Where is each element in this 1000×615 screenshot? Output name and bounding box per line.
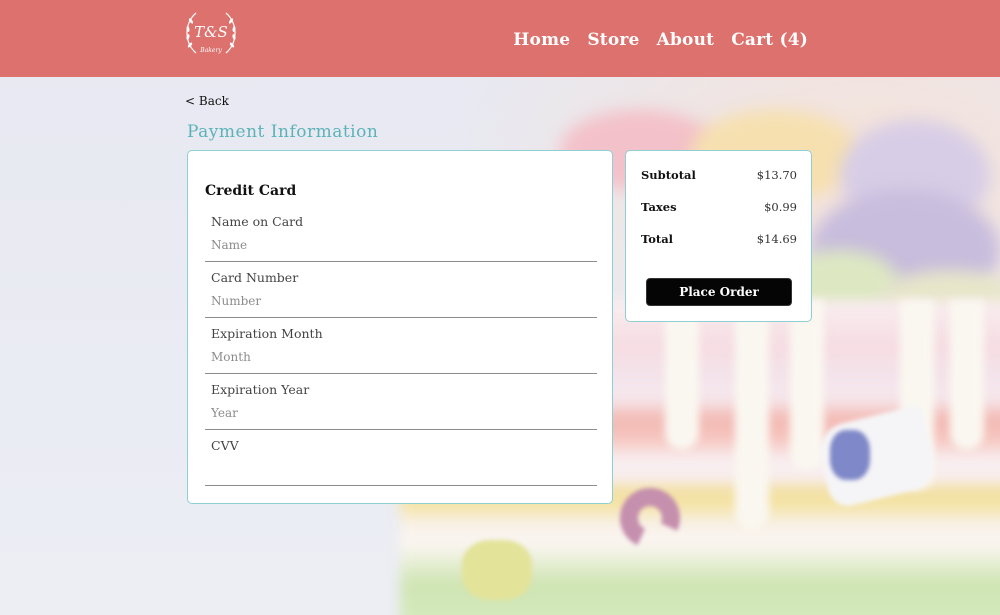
- name-on-card-field: Name on Card: [205, 214, 597, 262]
- taxes-label: Taxes: [641, 200, 677, 214]
- taxes-row: Taxes $0.99: [641, 200, 797, 214]
- place-order-button[interactable]: Place Order: [646, 278, 792, 306]
- payment-form: Credit Card Name on Card Card Number Exp…: [187, 150, 613, 504]
- card-number-field: Card Number: [205, 270, 597, 318]
- logo-initials: T&S: [194, 23, 228, 41]
- subtotal-row: Subtotal $13.70: [641, 168, 797, 182]
- expiration-month-input[interactable]: [211, 346, 591, 368]
- expiration-month-field: Expiration Month: [205, 326, 597, 374]
- total-value: $14.69: [756, 232, 797, 246]
- credit-card-heading: Credit Card: [205, 183, 297, 199]
- field-label: Name on Card: [211, 214, 304, 229]
- subtotal-label: Subtotal: [641, 168, 696, 182]
- field-label: Expiration Month: [211, 326, 323, 341]
- page-title: Payment Information: [187, 122, 379, 142]
- field-label: CVV: [211, 438, 239, 453]
- expiration-year-field: Expiration Year: [205, 382, 597, 430]
- order-summary: Subtotal $13.70 Taxes $0.99 Total $14.69…: [625, 150, 812, 322]
- main-nav: Home Store About Cart (4): [496, 30, 808, 50]
- total-row: Total $14.69: [641, 232, 797, 246]
- field-label: Expiration Year: [211, 382, 310, 397]
- back-link[interactable]: < Back: [185, 94, 229, 108]
- taxes-value: $0.99: [764, 200, 797, 214]
- logo-text: Bakery: [199, 47, 222, 54]
- field-label: Card Number: [211, 270, 299, 285]
- nav-cart[interactable]: Cart (4): [731, 30, 808, 50]
- nav-home[interactable]: Home: [513, 30, 570, 50]
- total-label: Total: [641, 232, 674, 246]
- card-number-input[interactable]: [211, 290, 591, 312]
- bakery-logo[interactable]: T&S Bakery: [182, 7, 240, 59]
- nav-about[interactable]: About: [657, 30, 715, 50]
- site-header: T&S Bakery Home Store About Cart (4): [0, 0, 1000, 77]
- name-on-card-input[interactable]: [211, 234, 591, 256]
- cvv-field: CVV: [205, 438, 597, 486]
- expiration-year-input[interactable]: [211, 402, 591, 424]
- cvv-input[interactable]: [211, 458, 591, 480]
- nav-store[interactable]: Store: [587, 30, 639, 50]
- subtotal-value: $13.70: [756, 168, 797, 182]
